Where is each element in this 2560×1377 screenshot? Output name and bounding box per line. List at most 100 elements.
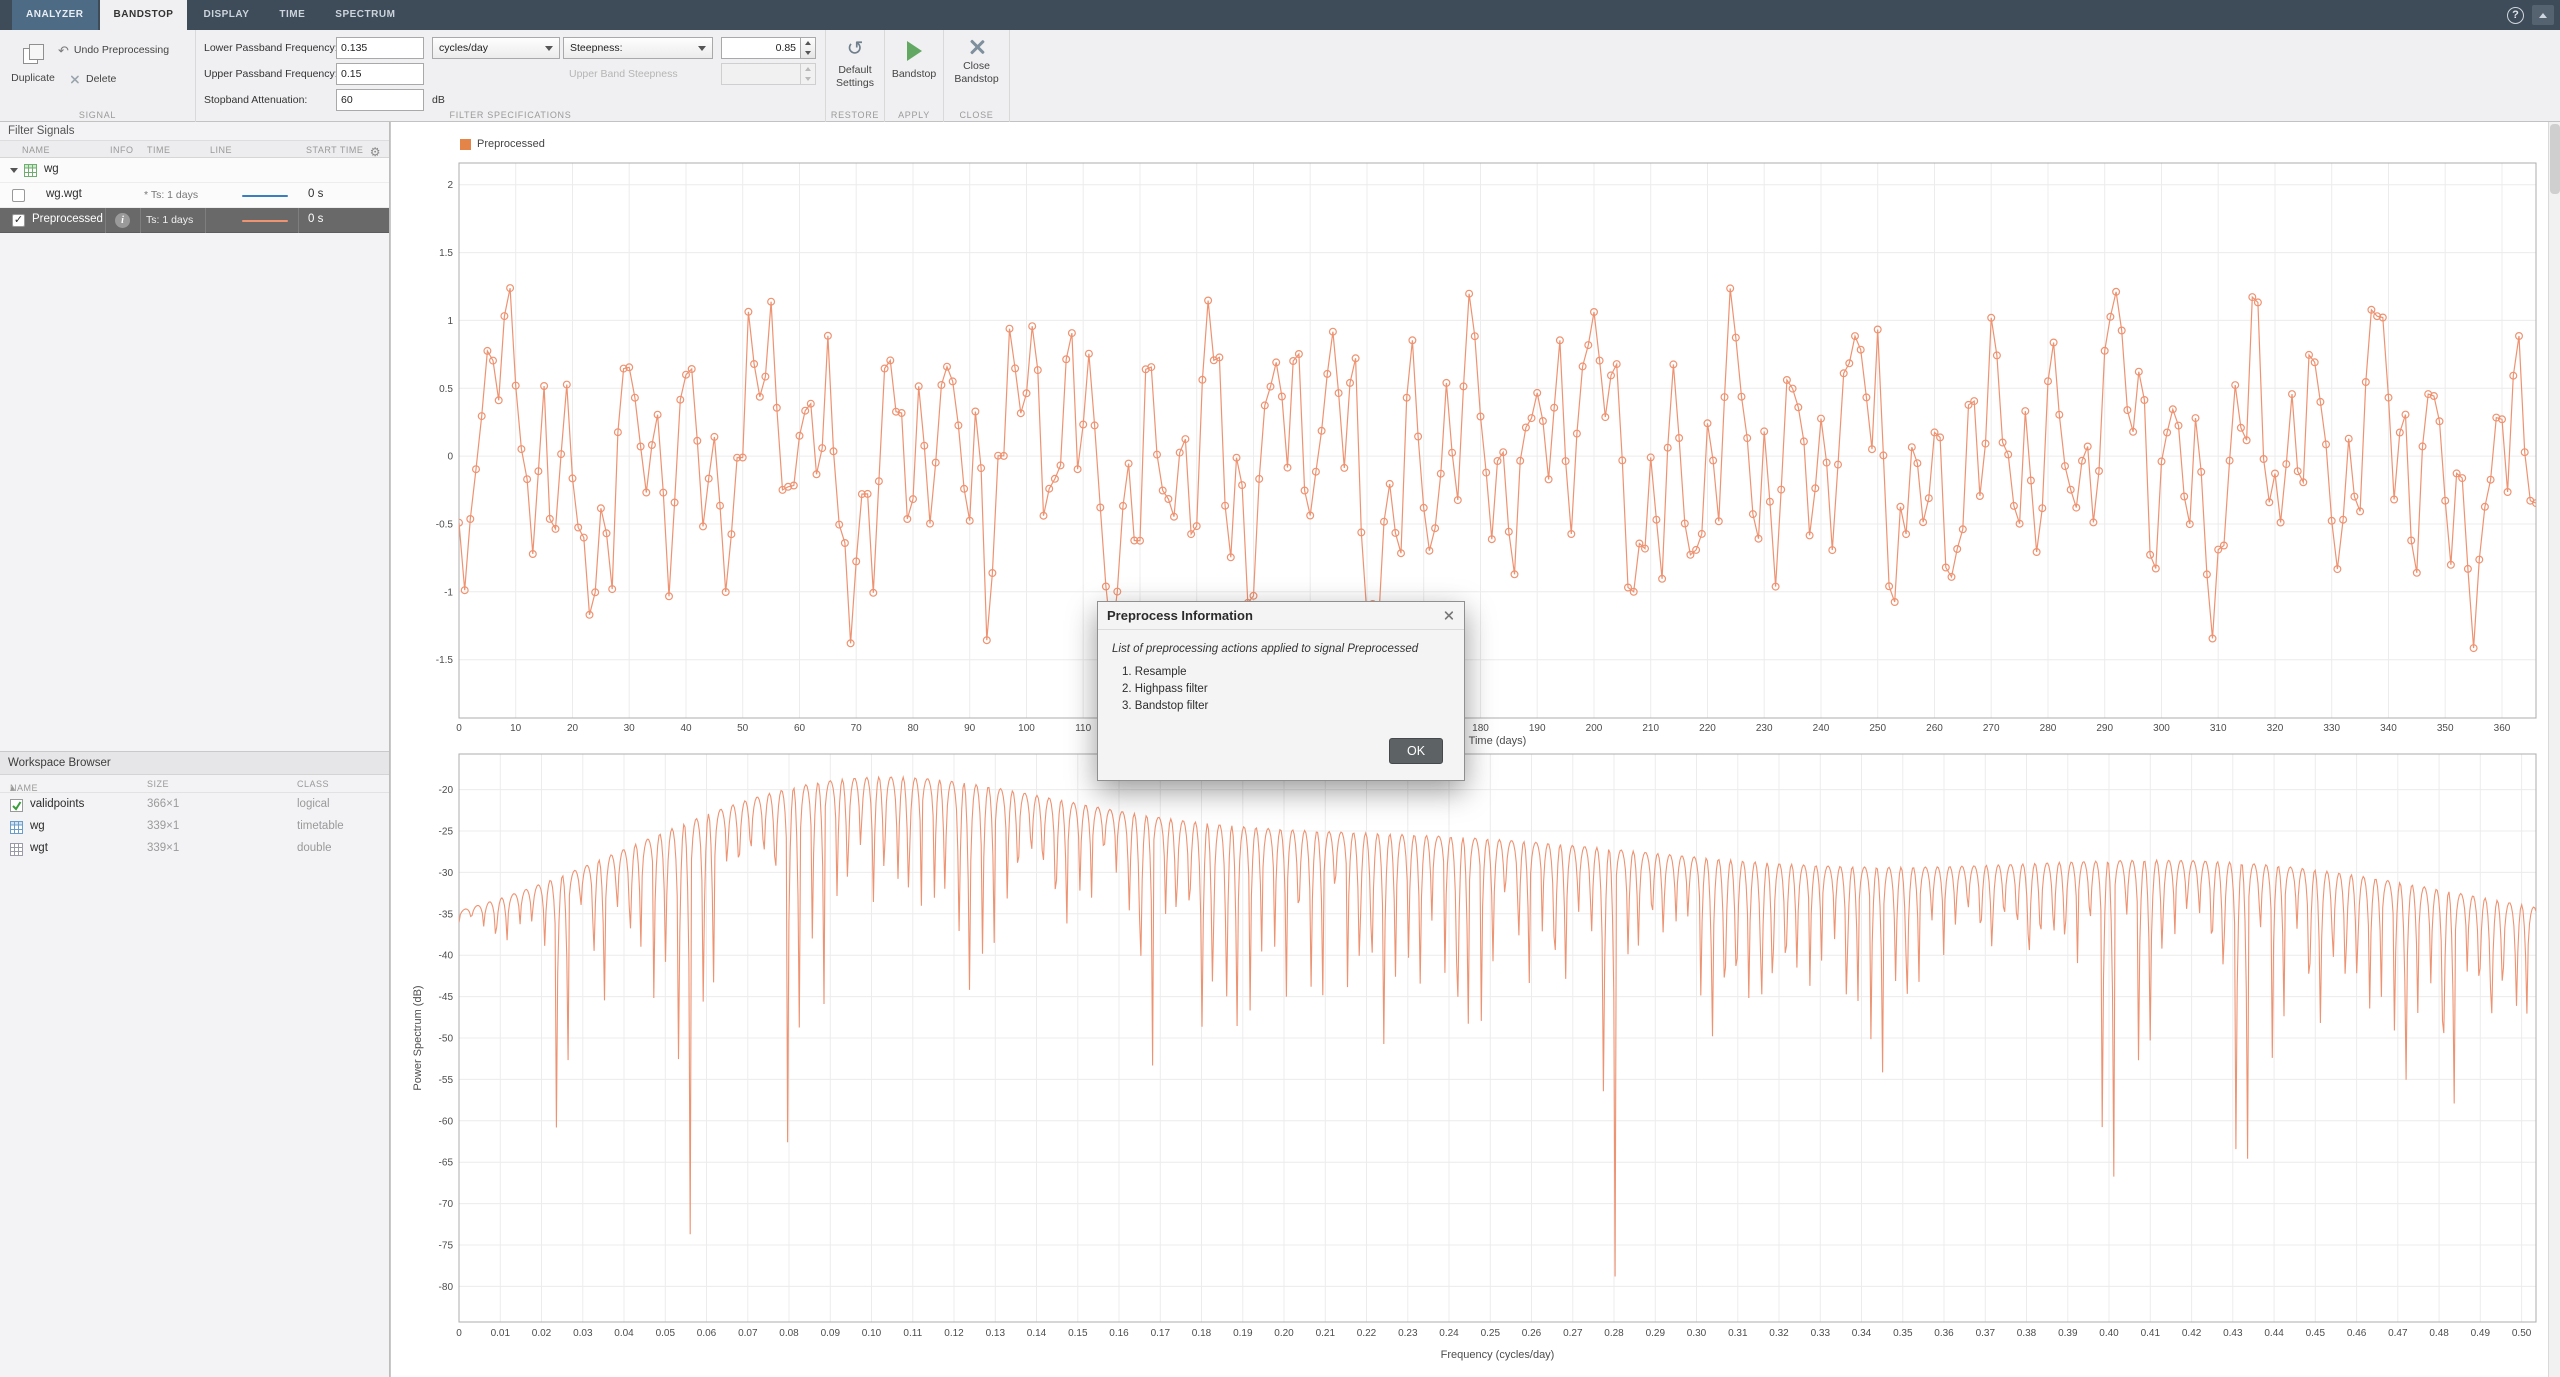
collapse-triangle-icon[interactable]	[10, 168, 18, 173]
svg-text:0: 0	[456, 1328, 462, 1339]
workspace-table-header: NAME ▴ SIZE CLASS	[0, 775, 389, 793]
signal-checkbox-wg-wgt[interactable]	[12, 189, 25, 202]
signal-checkbox-preprocessed[interactable]: ✓	[12, 214, 25, 227]
svg-text:260: 260	[1926, 723, 1943, 734]
svg-text:70: 70	[851, 723, 863, 734]
legend-label-preprocessed: Preprocessed	[477, 138, 545, 150]
upper-passband-input[interactable]	[336, 63, 424, 85]
steepness-dropdown[interactable]: Steepness:	[563, 37, 713, 59]
section-close: Close Bandstop CLOSE	[944, 30, 1010, 122]
svg-text:-1.5: -1.5	[436, 655, 454, 666]
lower-passband-input[interactable]	[336, 37, 424, 59]
dialog-list-item-3: 3. Bandstop filter	[1122, 698, 1464, 715]
tab-time[interactable]: TIME	[265, 0, 319, 30]
svg-text:-40: -40	[439, 951, 454, 962]
dialog-title: Preprocess Information	[1107, 608, 1253, 623]
steepness-stepper[interactable]	[801, 37, 816, 59]
duplicate-button[interactable]: Duplicate	[6, 36, 60, 108]
svg-text:1.5: 1.5	[439, 248, 453, 259]
close-bandstop-button[interactable]: Close Bandstop	[944, 34, 1009, 86]
stopband-attenuation-input[interactable]	[336, 89, 424, 111]
ws-col-size[interactable]: SIZE	[147, 779, 169, 789]
svg-text:-80: -80	[439, 1282, 454, 1293]
scrollbar-thumb[interactable]	[2550, 124, 2560, 194]
svg-text:0.23: 0.23	[1398, 1328, 1418, 1339]
steepness-input[interactable]	[721, 37, 801, 59]
power-spectrum-plot[interactable]: 00.010.020.030.040.050.060.070.080.090.1…	[397, 745, 2548, 1377]
info-icon[interactable]: i	[115, 213, 130, 228]
svg-text:0.08: 0.08	[779, 1328, 799, 1339]
svg-text:0.09: 0.09	[821, 1328, 841, 1339]
svg-text:-75: -75	[439, 1241, 454, 1252]
svg-text:0.25: 0.25	[1481, 1328, 1501, 1339]
dialog-title-bar[interactable]: Preprocess Information	[1098, 602, 1464, 630]
svg-text:Power Spectrum (dB): Power Spectrum (dB)	[412, 985, 424, 1090]
sort-ascending-icon: ▴	[10, 783, 15, 794]
dialog-close-icon[interactable]	[1443, 610, 1454, 621]
line-swatch-blue	[242, 195, 288, 197]
signal-time-info: * Ts: 1 days	[144, 189, 198, 201]
default-settings-button[interactable]: ↺ Default Settings	[826, 34, 884, 90]
section-filter-specifications: Lower Passband Frequency: cycles/day Ste…	[196, 30, 826, 122]
upper-band-steepness-stepper	[801, 63, 816, 85]
svg-text:0.43: 0.43	[2223, 1328, 2243, 1339]
svg-text:-0.5: -0.5	[436, 520, 454, 531]
ws-var-class: logical	[297, 798, 330, 810]
signal-group-row-wg[interactable]: wg	[0, 158, 389, 183]
help-icon[interactable]: ?	[2507, 7, 2524, 24]
svg-text:200: 200	[1586, 723, 1603, 734]
time-series-plot[interactable]: 0102030405060708090100110120130140150160…	[397, 122, 2548, 762]
svg-text:0.29: 0.29	[1646, 1328, 1666, 1339]
svg-text:20: 20	[567, 723, 579, 734]
svg-text:0.11: 0.11	[903, 1328, 922, 1339]
svg-text:350: 350	[2437, 723, 2454, 734]
workspace-row-wgt[interactable]: wgt 339×1 double	[0, 839, 389, 861]
svg-text:280: 280	[2040, 723, 2057, 734]
line-swatch-orange	[242, 220, 288, 222]
tab-display[interactable]: DISPLAY	[189, 0, 263, 30]
workspace-browser-header[interactable]: Workspace Browser	[0, 751, 389, 775]
tab-analyzer[interactable]: ANALYZER	[12, 0, 98, 30]
chevron-down-icon	[545, 46, 553, 51]
vertical-scrollbar[interactable]	[2548, 122, 2560, 1377]
svg-text:290: 290	[2096, 723, 2113, 734]
svg-text:0.44: 0.44	[2264, 1328, 2284, 1339]
svg-text:0.45: 0.45	[2306, 1328, 2326, 1339]
apply-bandstop-button[interactable]: Bandstop	[885, 34, 943, 81]
svg-text:0.28: 0.28	[1604, 1328, 1624, 1339]
toolstrip-collapse-icon[interactable]	[2532, 5, 2554, 25]
svg-text:0.20: 0.20	[1274, 1328, 1294, 1339]
signal-row-wg-wgt[interactable]: wg.wgt * Ts: 1 days 0 s	[0, 183, 389, 208]
workspace-row-wg[interactable]: wg 339×1 timetable	[0, 817, 389, 839]
ws-var-name: wgt	[30, 842, 48, 854]
ws-var-class: double	[297, 842, 332, 854]
svg-text:360: 360	[2494, 723, 2511, 734]
tab-bandstop[interactable]: BANDSTOP	[100, 0, 188, 30]
svg-text:2: 2	[447, 180, 453, 191]
timetable-variable-icon	[10, 821, 23, 834]
svg-text:0.34: 0.34	[1852, 1328, 1872, 1339]
svg-text:-1: -1	[444, 587, 453, 598]
ws-var-class: timetable	[297, 820, 344, 832]
svg-text:-50: -50	[439, 1034, 454, 1045]
delete-button[interactable]: Delete	[68, 70, 116, 88]
section-label-apply: APPLY	[885, 110, 943, 120]
gear-icon[interactable]: ⚙	[370, 145, 381, 159]
frequency-units-dropdown[interactable]: cycles/day	[432, 37, 560, 59]
svg-text:110: 110	[1075, 723, 1091, 734]
ok-button[interactable]: OK	[1389, 738, 1443, 764]
workspace-row-validpoints[interactable]: validpoints 366×1 logical	[0, 795, 389, 817]
svg-text:0.07: 0.07	[738, 1328, 758, 1339]
plot-legend[interactable]: Preprocessed	[460, 138, 545, 150]
undo-preprocessing-button[interactable]: ↶ Undo Preprocessing	[58, 41, 169, 59]
signal-row-preprocessed[interactable]: ✓ Preprocessed i Ts: 1 days 0 s	[0, 208, 389, 233]
svg-text:0: 0	[456, 723, 462, 734]
upper-passband-label: Upper Passband Frequency:	[204, 63, 338, 85]
toolstrip-ribbon: Duplicate ↶ Undo Preprocessing Delete SI…	[0, 30, 2560, 122]
svg-text:0.22: 0.22	[1357, 1328, 1377, 1339]
svg-text:0.26: 0.26	[1522, 1328, 1542, 1339]
ws-col-class[interactable]: CLASS	[297, 779, 329, 789]
tab-spectrum[interactable]: SPECTRUM	[321, 0, 409, 30]
svg-text:0.19: 0.19	[1233, 1328, 1253, 1339]
close-bandstop-label-2: Bandstop	[954, 73, 998, 85]
